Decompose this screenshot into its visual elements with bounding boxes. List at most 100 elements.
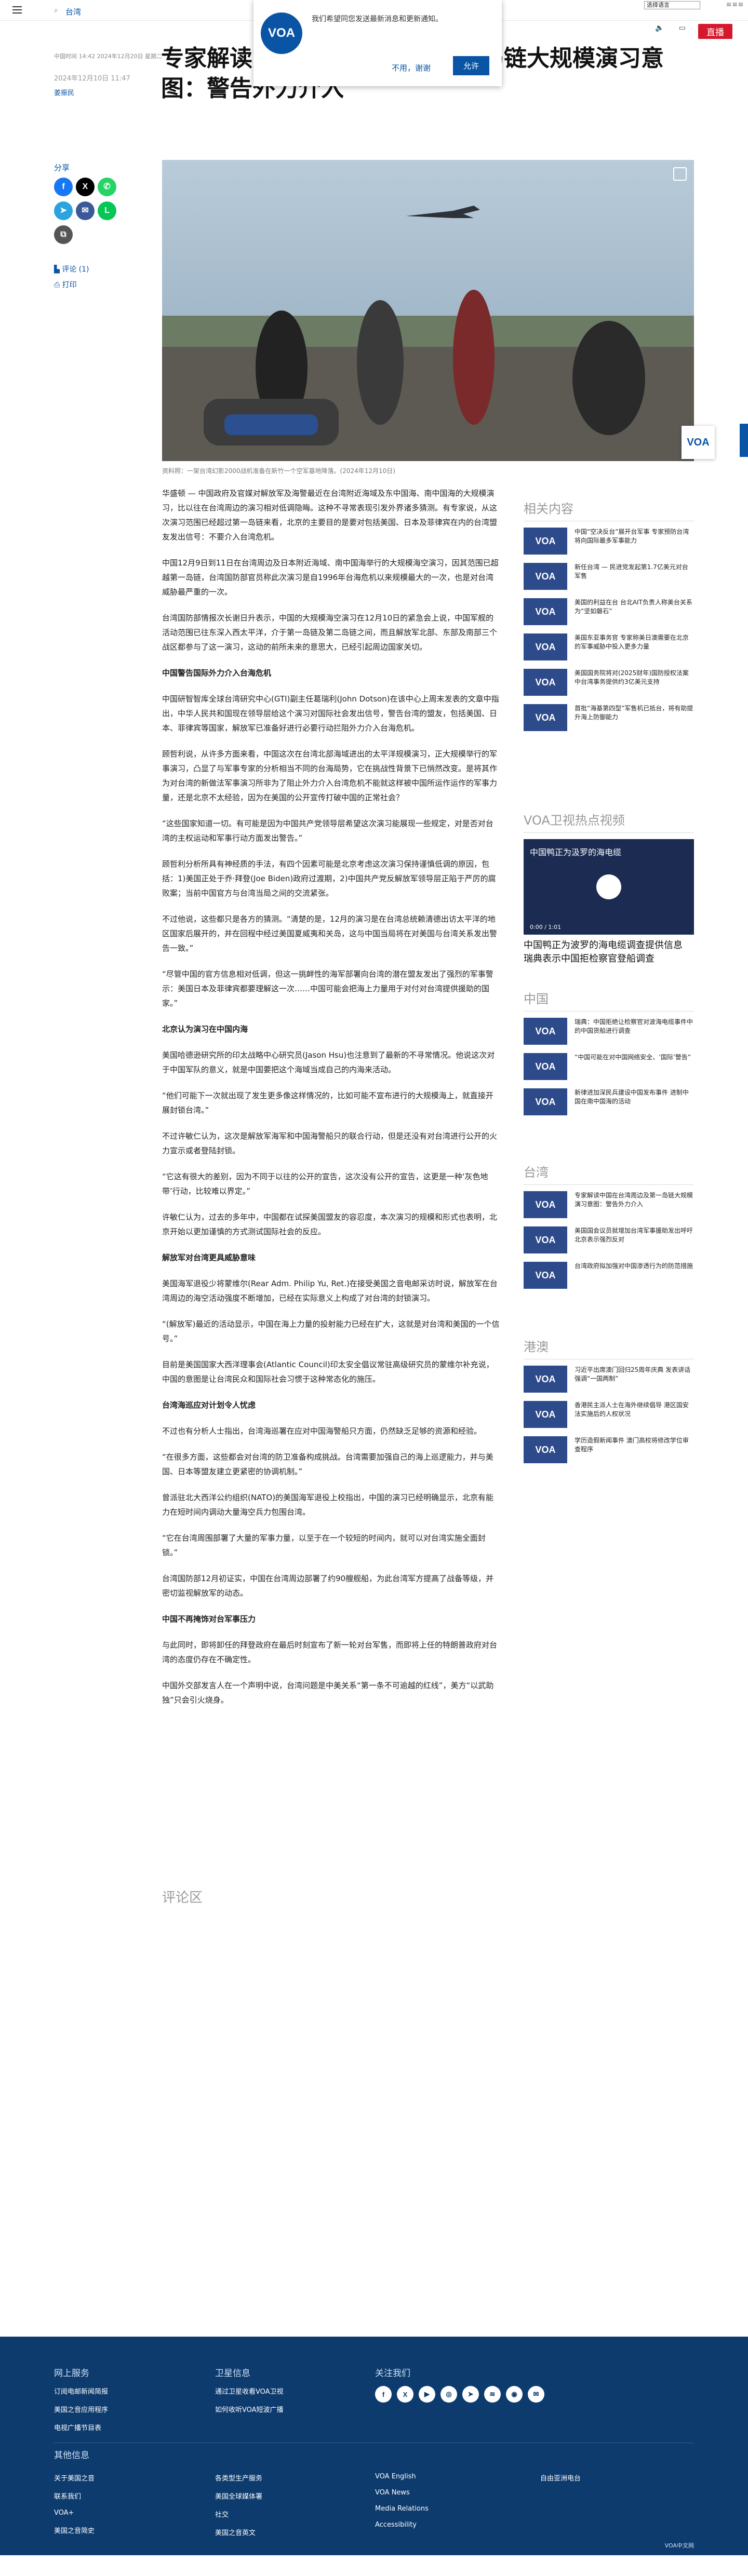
notification-dialog: VOA 我们希望同您发送最新消息和更新通知。 不用，谢谢 允许 [253, 0, 502, 86]
thumbnail: VOA [524, 1053, 567, 1080]
list-item[interactable]: VOA “中国可能在对中国网络安全、‘国际’警告” [524, 1053, 694, 1080]
footer-link[interactable]: 通过卫星收看VOA卫视 [215, 2386, 284, 2396]
copy-link-icon[interactable]: ⧉ [54, 225, 73, 244]
language-select[interactable]: 选择语言 [644, 1, 700, 9]
footer-link[interactable]: VOA English [375, 2473, 429, 2480]
search-icon[interactable]: ⌕ [54, 6, 58, 15]
live-button[interactable]: 直播 [698, 24, 732, 39]
footer-link[interactable]: 联系我们 [54, 2491, 95, 2501]
thumbnail: VOA [524, 1226, 567, 1253]
paragraph: 曾派驻北大西洋公约组织(NATO)的美国海军退役上校指出，中国的演习已经明确显示… [162, 1493, 493, 1517]
thumbnail: VOA [524, 669, 567, 696]
list-item[interactable]: VOA 美国国会议员就增加台湾军事援助发出呼吁 北京表示强烈反对 [524, 1226, 694, 1253]
footer-heading: 网上服务 [54, 2368, 89, 2379]
list-item[interactable]: VOA 中国“空决反台”展开台军事 专家预防台湾将向国际最多军事能力 [524, 528, 694, 555]
expand-icon[interactable] [673, 167, 687, 181]
print-link[interactable]: ⎙ 打印 [54, 279, 77, 290]
header-icons: 🔈 ▭ [655, 24, 686, 32]
language-links[interactable]: ▤ ▤ ▤ [727, 2, 743, 7]
line-icon[interactable]: L [98, 201, 116, 220]
side-tab[interactable] [740, 424, 748, 457]
paragraph: “它这有很大的差别，因为不同于以往的公开的宣告，这次没有公开的宣告，这更是一种‘… [162, 1172, 488, 1196]
site-section-label[interactable]: 台湾 [65, 6, 81, 17]
facebook-icon[interactable]: f [54, 178, 73, 196]
audio-icon[interactable]: 🔈 [655, 24, 664, 32]
play-icon[interactable] [596, 874, 621, 899]
paragraph: 台湾国防部情报次长谢日升表示，中国的大规模海空演习在12月10日的紧急会上说，中… [162, 613, 498, 652]
podcast-icon[interactable]: ◉ [506, 2386, 523, 2403]
footer-link[interactable]: Accessibility [375, 2521, 429, 2529]
footer-link[interactable]: VOA News [375, 2489, 429, 2497]
telegram-icon[interactable]: ➤ [54, 201, 73, 220]
footer-heading: 关注我们 [375, 2368, 410, 2379]
telegram-icon[interactable]: ➤ [462, 2386, 479, 2403]
list-item[interactable]: VOA 新律进加深民兵建设中国发布事件 进制中国在南中国海的活动 [524, 1088, 694, 1115]
email-icon[interactable]: ✉ [76, 201, 95, 220]
footer-link[interactable]: 订阅电邮新闻简报 [54, 2386, 108, 2396]
video-player[interactable]: 中国鸭正为汲罗的海电缆 0:00 / 1:01 [524, 839, 694, 935]
x-icon[interactable]: X [76, 178, 95, 196]
thumbnail: VOA [524, 633, 567, 660]
facebook-icon[interactable]: f [375, 2386, 392, 2403]
section-heading: 中国不再掩饰对台军事压力 [162, 1614, 256, 1624]
rss-icon[interactable]: ≋ [484, 2386, 501, 2403]
footer-link[interactable]: 社交 [215, 2509, 262, 2519]
instagram-icon[interactable]: ◎ [440, 2386, 457, 2403]
allow-button[interactable]: 允许 [453, 56, 490, 75]
paragraph: “(解放军)最近的活动显示，中国在海上力量的投射能力已经在扩大，这就是对台湾和美… [162, 1319, 500, 1343]
print-icon: ⎙ [54, 281, 62, 289]
section-heading: 解放军对台湾更具威胁意味 [162, 1253, 256, 1262]
list-item[interactable]: VOA 美国国务院将对(2025财年)国防授权法案中台湾事务提供约3亿美元支持 [524, 669, 694, 696]
footer-link[interactable]: VOA+ [54, 2509, 95, 2517]
footer-link[interactable]: 美国全球媒体署 [215, 2491, 262, 2501]
list-item[interactable]: VOA 学历造假新闻事件 澳门高校将修改学位审查程序 [524, 1436, 694, 1463]
paragraph: 美国海军退役少将蒙维尔(Rear Adm. Philip Yu, Ret.)在接… [162, 1279, 498, 1303]
voa-float-button[interactable]: VOA [682, 426, 715, 459]
list-item[interactable]: VOA 台湾政府拟加强对中国渗透行为的防范措施 [524, 1262, 694, 1289]
footer-link[interactable]: 美国之音简史 [54, 2525, 95, 2535]
deny-button[interactable]: 不用，谢谢 [384, 59, 438, 76]
video-caption[interactable]: 中国鸭正为波罗的海电缆调查提供信息 瑞典表示中国拒检察官登船调查 [524, 939, 694, 966]
list-item[interactable]: VOA 新任台湾 — 民进党发起第1.7亿美元对台军售 [524, 563, 694, 590]
list-item[interactable]: VOA 首批“海基第四型”军售机已抵台，将有助提升海上防御能力 [524, 704, 694, 731]
footer-link[interactable]: 关于美国之音 [54, 2473, 95, 2483]
youtube-icon[interactable]: ▶ [419, 2386, 435, 2403]
author-link[interactable]: 姜振民 [54, 87, 74, 97]
menu-icon[interactable] [12, 6, 22, 14]
article-meta: 中国时间 14:42 2024年12月20日 星期二 [54, 53, 163, 60]
list-item[interactable]: VOA 习近平出席澳门回归25周年庆典 发表讲话强调“一国两制” [524, 1366, 694, 1393]
video-title[interactable]: VOA卫视热点视频 [524, 810, 694, 833]
footer-link[interactable]: 各类型生产服务 [215, 2473, 262, 2483]
footer: 网上服务 订阅电邮新闻简报 美国之音应用程序 电视广播节目表 卫星信息 通过卫星… [0, 2337, 748, 2555]
list-item[interactable]: VOA 美国东亚事务官 专家称美日澳需要在北京的军事威胁中投入更多力量 [524, 633, 694, 660]
footer-link[interactable]: 美国之音应用程序 [54, 2404, 108, 2414]
footer-link[interactable]: Media Relations [375, 2505, 429, 2513]
list-item[interactable]: VOA 美国的利益在台 台北AIT负责人称美台关系为“坚如磐石” [524, 598, 694, 625]
china-title[interactable]: 中国 [524, 989, 694, 1011]
footer-link[interactable]: 美国之音英文 [215, 2527, 262, 2537]
list-item[interactable]: VOA 瑞典：中国拒绝让检察官对波海电缆事件中的中国货船进行调查 [524, 1018, 694, 1045]
email-icon[interactable]: ✉ [528, 2386, 544, 2403]
whatsapp-icon[interactable]: ✆ [98, 178, 116, 196]
paragraph: 许敏仁认为，过去的多年中，中国都在试探美国盟友的容忍度，本次演习的规模和形式也表… [162, 1212, 498, 1236]
video-icon[interactable]: ▭ [679, 24, 686, 32]
paragraph: 不过也有分析人士指出，台湾海巡署在应对中国海警船只方面，仍然缺乏足够的资源和经验… [162, 1426, 482, 1436]
video-time: 0:00 / 1:01 [530, 924, 562, 930]
footer-link[interactable]: 电视广播节目表 [54, 2422, 108, 2432]
x-icon[interactable]: X [397, 2386, 413, 2403]
footer-link[interactable]: 如何收听VOA短波广播 [215, 2404, 284, 2414]
comments-link[interactable]: ▙ 评论 (1) [54, 264, 89, 274]
paragraph: “这些国家知道一切。有可能是因为中国共产党领导层希望这次演习能展现一些规定，对是… [162, 819, 493, 843]
taiwan-title[interactable]: 台湾 [524, 1162, 694, 1185]
footer-link[interactable]: 自由亚洲电台 [540, 2473, 581, 2483]
thumbnail: VOA [524, 1262, 567, 1289]
paragraph: 美国哈德逊研究所的印太战略中心研究员(Jason Hsu)也注意到了最新的不寻常… [162, 1050, 495, 1074]
footer-heading: 卫星信息 [215, 2368, 250, 2379]
list-item[interactable]: VOA 专家解读中国在台湾周边及第一岛链大规模演习意图：警告外力介入 [524, 1191, 694, 1218]
hero-photo [162, 160, 694, 461]
paragraph: 目前是美国国家大西洋理事会(Atlantic Council)印太安全倡议常驻高… [162, 1360, 494, 1384]
hk-title[interactable]: 港澳 [524, 1337, 694, 1359]
footer-satellite: 卫星信息 通过卫星收看VOA卫视 如何收听VOA短波广播 [215, 2366, 284, 2422]
section-heading: 北京认为演习在中国内海 [162, 1024, 248, 1034]
list-item[interactable]: VOA 香港民主派人士在海外继续倡导 港区国安法实施后的人权状况 [524, 1401, 694, 1428]
